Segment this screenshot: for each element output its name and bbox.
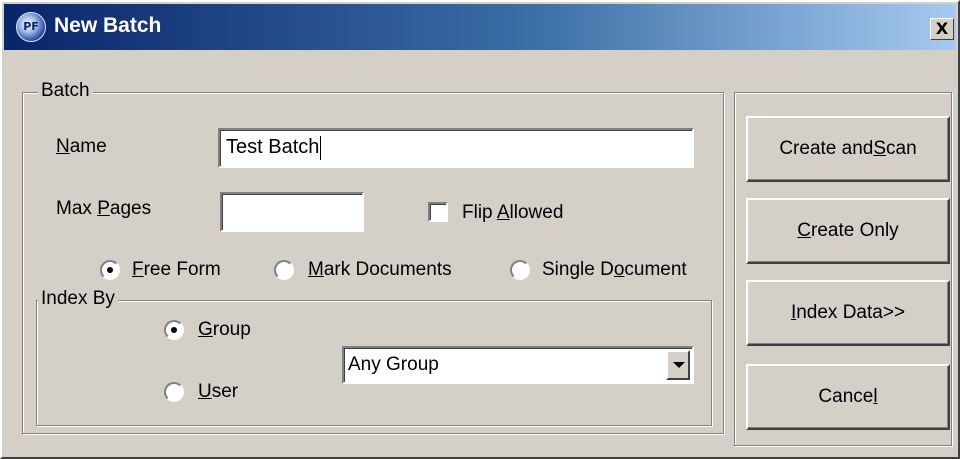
batch-legend: Batch	[38, 80, 93, 102]
mark-documents-label[interactable]: Mark Documents	[308, 259, 452, 281]
new-batch-dialog: PF New Batch X Batch Name Test Batch Max…	[0, 0, 960, 459]
name-label: Name	[56, 136, 107, 157]
cancel-button[interactable]: Cance l	[746, 364, 950, 430]
name-input[interactable]: Test Batch	[218, 128, 694, 168]
flip-allowed-label[interactable]: Flip Allowed	[462, 202, 563, 224]
dropdown-arrow-icon[interactable]	[666, 350, 690, 380]
user-radio[interactable]	[164, 382, 184, 402]
single-document-label[interactable]: Single Document	[542, 259, 687, 281]
window-title: New Batch	[54, 14, 162, 37]
group-select-value: Any Group	[348, 354, 439, 375]
create-and-scan-button[interactable]: Create and Scan	[746, 116, 950, 182]
index-data-button[interactable]: Index Data>>	[746, 280, 950, 346]
create-only-button[interactable]: Create Only	[746, 198, 950, 264]
flip-allowed-checkbox[interactable]	[428, 202, 448, 222]
index-by-legend: Index By	[38, 288, 118, 310]
text-caret	[320, 135, 322, 160]
title-bar[interactable]: PF New Batch X	[4, 4, 956, 50]
group-select[interactable]: Any Group	[342, 346, 694, 384]
max-pages-label: Max Pages	[56, 198, 152, 219]
max-pages-input[interactable]	[220, 192, 364, 232]
group-radio-label[interactable]: Group	[198, 319, 251, 341]
app-logo-icon: PF	[16, 12, 46, 42]
user-radio-label[interactable]: User	[198, 381, 238, 403]
name-input-value: Test Batch	[226, 136, 320, 158]
group-radio[interactable]	[164, 320, 184, 340]
mark-documents-radio[interactable]	[274, 260, 294, 280]
free-form-label[interactable]: Free Form	[132, 259, 221, 281]
close-icon[interactable]: X	[930, 18, 954, 40]
single-document-radio[interactable]	[510, 260, 530, 280]
free-form-radio[interactable]	[100, 260, 120, 280]
